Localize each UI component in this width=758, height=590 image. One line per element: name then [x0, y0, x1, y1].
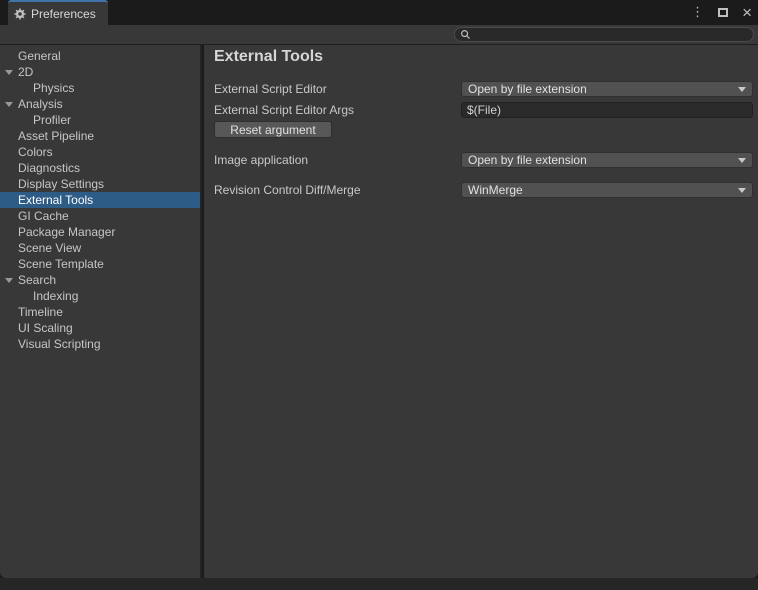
sidebar-item-label: Scene View: [18, 241, 81, 255]
toolbar: [0, 25, 758, 45]
preferences-content: General 2DPhysics Analysis Profiler Asset Pi…: [0, 45, 758, 578]
sidebar-item-label: Display Settings: [18, 177, 104, 191]
sidebar-item-label: Indexing: [33, 289, 78, 303]
sidebar-item-gi-cache[interactable]: GI Cache: [0, 208, 200, 224]
sidebar-item-label: Profiler: [33, 113, 71, 127]
chevron-down-icon: [738, 158, 746, 163]
sidebar-item-package-manager[interactable]: Package Manager: [0, 224, 200, 240]
sidebar-item-label: UI Scaling: [18, 321, 73, 335]
sidebar-item-search[interactable]: Search: [0, 272, 200, 288]
sidebar-item-2d[interactable]: 2D: [0, 64, 200, 80]
field-row-external-script-editor-args: External Script Editor Args: [214, 102, 753, 118]
dropdown-selected-value: Open by file extension: [468, 153, 587, 167]
sidebar-item-profiler[interactable]: Profiler: [0, 112, 200, 128]
field-row-image-application: Image application Open by file extension: [214, 152, 753, 168]
sidebar-item-visual-scripting[interactable]: Visual Scripting: [0, 336, 200, 352]
sidebar-item-label: Search: [18, 273, 56, 287]
chevron-down-icon: [738, 87, 746, 92]
settings-panel: External Tools External Script Editor Op…: [204, 45, 758, 578]
foldout-triangle-icon[interactable]: [5, 70, 13, 75]
window-menu-icon[interactable]: ⋮: [691, 5, 704, 20]
reset-argument-button[interactable]: Reset argument: [214, 121, 332, 138]
sidebar-item-ui-scaling[interactable]: UI Scaling: [0, 320, 200, 336]
external-script-editor-dropdown[interactable]: Open by file extension: [461, 81, 753, 97]
gear-icon: [14, 8, 26, 20]
sidebar-item-label: Diagnostics: [18, 161, 80, 175]
sidebar-item-label: Timeline: [18, 305, 63, 319]
search-input[interactable]: [474, 29, 753, 41]
revision-control-diff-merge-dropdown[interactable]: WinMerge: [461, 182, 753, 198]
sidebar-item-label: General: [18, 49, 61, 63]
sidebar-item-label: External Tools: [18, 193, 93, 207]
dropdown-selected-value: WinMerge: [468, 183, 523, 197]
sidebar-item-label: Colors: [18, 145, 53, 159]
sidebar-item-indexing[interactable]: Indexing: [0, 288, 200, 304]
maximize-icon[interactable]: [718, 8, 728, 17]
dropdown-selected-value: Open by file extension: [468, 82, 587, 96]
sidebar-item-label: 2D: [18, 65, 33, 79]
tab-bar: Preferences ⋮ ×: [0, 0, 758, 25]
field-row-external-script-editor: External Script Editor Open by file exte…: [214, 81, 753, 97]
sidebar: General 2DPhysics Analysis Profiler Asset Pi…: [0, 45, 202, 578]
sidebar-item-external-tools[interactable]: External Tools: [0, 192, 200, 208]
maximize-box: [718, 8, 728, 17]
tab-title: Preferences: [31, 7, 96, 21]
sidebar-item-label: Scene Template: [18, 257, 104, 271]
image-application-label: Image application: [214, 152, 461, 168]
sidebar-item-scene-template[interactable]: Scene Template: [0, 256, 200, 272]
sidebar-item-asset-pipeline[interactable]: Asset Pipeline: [0, 128, 200, 144]
window-controls: ⋮ ×: [691, 0, 752, 25]
search-box[interactable]: [454, 27, 754, 42]
revision-control-diff-merge-label: Revision Control Diff/Merge: [214, 182, 461, 198]
sidebar-item-diagnostics[interactable]: Diagnostics: [0, 160, 200, 176]
chevron-down-icon: [738, 188, 746, 193]
sidebar-item-general[interactable]: General: [0, 48, 200, 64]
sidebar-item-label: Asset Pipeline: [18, 129, 94, 143]
external-script-editor-args-label: External Script Editor Args: [214, 102, 461, 118]
sidebar-item-physics[interactable]: Physics: [0, 80, 200, 96]
sidebar-item-label: Package Manager: [18, 225, 115, 239]
image-application-dropdown[interactable]: Open by file extension: [461, 152, 753, 168]
field-row-revision-control-diff-merge: Revision Control Diff/Merge WinMerge: [214, 182, 753, 198]
tab-preferences[interactable]: Preferences: [8, 0, 108, 25]
sidebar-item-label: GI Cache: [18, 209, 69, 223]
search-icon: [460, 29, 471, 40]
external-script-editor-label: External Script Editor: [214, 81, 461, 97]
page-title: External Tools: [214, 48, 323, 66]
sidebar-item-scene-view[interactable]: Scene View: [0, 240, 200, 256]
sidebar-item-display-settings[interactable]: Display Settings: [0, 176, 200, 192]
sidebar-item-analysis[interactable]: Analysis: [0, 96, 200, 112]
window-bottom-edge: [0, 578, 758, 590]
sidebar-item-colors[interactable]: Colors: [0, 144, 200, 160]
sidebar-item-label: Visual Scripting: [18, 337, 101, 351]
sidebar-item-label: Physics: [33, 81, 74, 95]
close-icon[interactable]: ×: [742, 8, 752, 18]
sidebar-item-label: Analysis: [18, 97, 63, 111]
foldout-triangle-icon[interactable]: [5, 278, 13, 283]
sidebar-item-timeline[interactable]: Timeline: [0, 304, 200, 320]
external-script-editor-args-input[interactable]: [461, 102, 753, 118]
foldout-triangle-icon[interactable]: [5, 102, 13, 107]
